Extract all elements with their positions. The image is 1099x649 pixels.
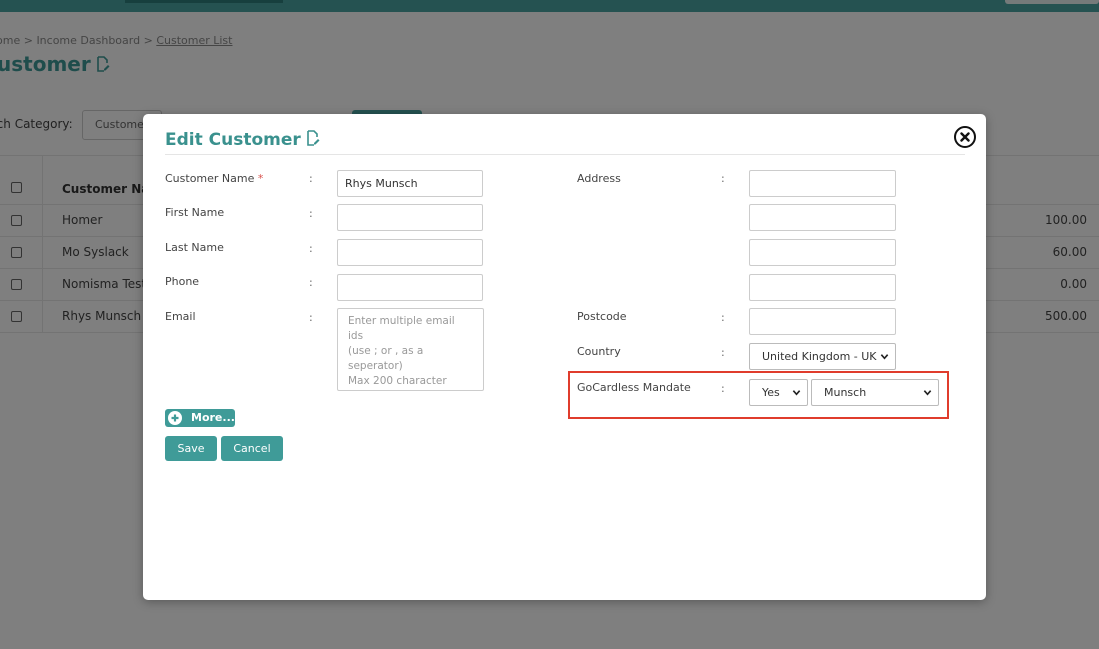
email-placeholder-line: (use ; or , as a seperator)	[348, 345, 424, 372]
first-name-input[interactable]	[337, 204, 483, 231]
address-line-1-input[interactable]	[749, 170, 896, 197]
postcode-input[interactable]	[749, 308, 896, 335]
gocardless-enabled-value: Yes	[762, 386, 780, 399]
field-colon: :	[721, 382, 725, 395]
last-name-input[interactable]	[337, 239, 483, 266]
field-colon: :	[309, 242, 313, 255]
edit-document-icon	[306, 130, 320, 146]
field-colon: :	[309, 311, 313, 324]
field-colon: :	[721, 172, 725, 185]
chevron-down-icon	[880, 354, 889, 360]
customer-name-label: Customer Name *	[165, 172, 263, 185]
address-line-4-input[interactable]	[749, 274, 896, 301]
address-label: Address	[577, 172, 621, 185]
close-icon	[960, 132, 970, 142]
close-button[interactable]	[954, 126, 976, 148]
customer-name-input[interactable]: Rhys Munsch	[337, 170, 483, 197]
first-name-label: First Name	[165, 206, 225, 219]
field-colon: :	[721, 311, 725, 324]
more-button-label: More...	[191, 411, 235, 424]
chevron-down-icon	[792, 390, 801, 396]
title-divider	[165, 154, 965, 155]
address-line-3-input[interactable]	[749, 239, 896, 266]
gocardless-mandate-select[interactable]: Munsch	[811, 379, 939, 406]
postcode-label: Postcode	[577, 310, 627, 323]
email-label: Email	[165, 310, 196, 323]
save-button[interactable]: Save	[165, 436, 217, 461]
country-label: Country	[577, 345, 621, 358]
cancel-button[interactable]: Cancel	[221, 436, 283, 461]
field-colon: :	[309, 172, 313, 185]
dialog-title-text: Edit Customer	[165, 130, 301, 150]
field-colon: :	[721, 346, 725, 359]
plus-circle-icon	[168, 411, 182, 425]
customer-name-label-text: Customer Name	[165, 172, 255, 185]
phone-input[interactable]	[337, 274, 483, 301]
gocardless-mandate-label: GoCardless Mandate	[577, 381, 691, 394]
address-line-2-input[interactable]	[749, 204, 896, 231]
field-colon: :	[309, 207, 313, 220]
chevron-down-icon	[923, 390, 932, 396]
phone-label: Phone	[165, 275, 200, 288]
dialog-title: Edit Customer	[165, 130, 320, 150]
email-placeholder-line: Max 200 character	[348, 375, 447, 387]
required-asterisk: *	[257, 172, 264, 185]
gocardless-enabled-select[interactable]: Yes	[749, 379, 808, 406]
edit-customer-dialog: Edit Customer Customer Name * : Rhys Mun…	[143, 114, 986, 600]
country-selected-value: United Kingdom - UK	[762, 350, 877, 363]
last-name-label: Last Name	[165, 241, 224, 254]
gocardless-mandate-value: Munsch	[824, 386, 867, 399]
email-textarea[interactable]: Enter multiple email ids (use ; or , as …	[337, 308, 484, 391]
email-placeholder-line: Enter multiple email ids	[348, 315, 455, 342]
more-button[interactable]: More...	[165, 409, 235, 427]
field-colon: :	[309, 276, 313, 289]
country-select[interactable]: United Kingdom - UK	[749, 343, 896, 370]
